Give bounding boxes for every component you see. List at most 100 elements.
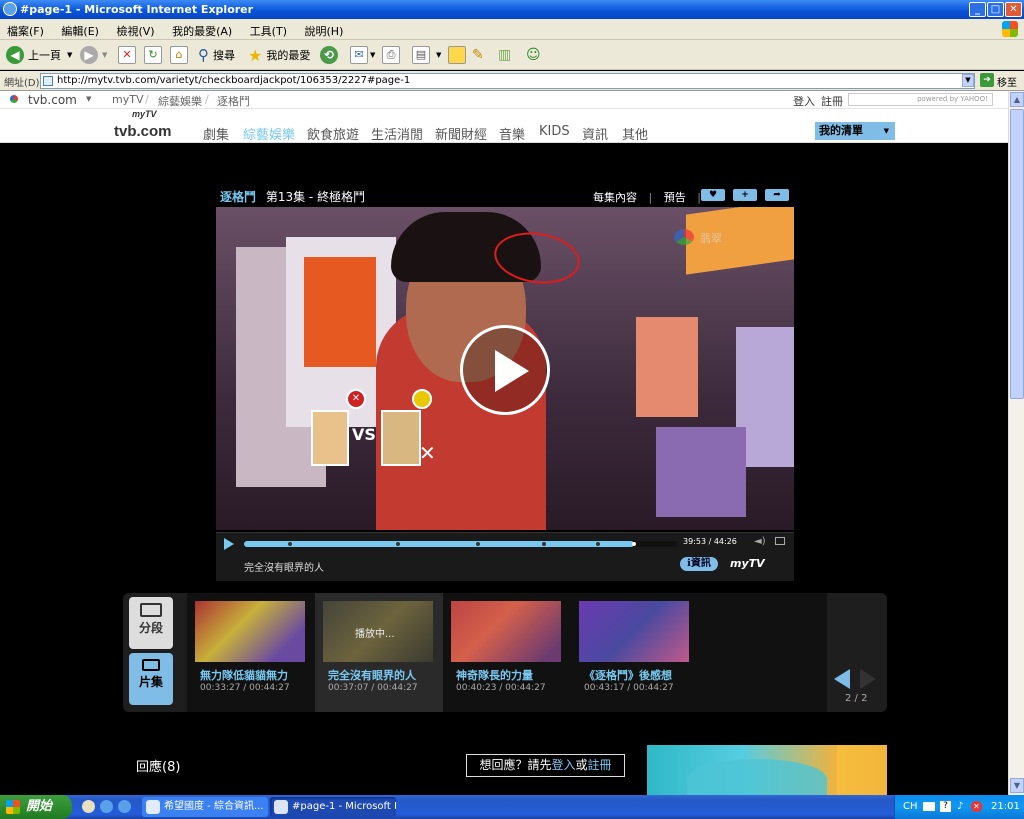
info-button[interactable]: ℹ資訊 bbox=[680, 557, 718, 571]
menu-tools[interactable]: 工具(T) bbox=[243, 19, 294, 39]
task-button-active[interactable]: #page-1 - Microsoft In... bbox=[270, 797, 396, 817]
menu-favorites[interactable]: 我的最愛(A) bbox=[165, 19, 239, 39]
quicklaunch-browser-icon[interactable] bbox=[82, 800, 95, 813]
segment-name: 完全沒有眼界的人 bbox=[328, 669, 416, 682]
video-frame[interactable]: 翡翠 VS ✕ ✕ bbox=[216, 207, 794, 530]
forward-button[interactable]: ▶ ▼ bbox=[80, 44, 107, 66]
tab-segments[interactable]: 分段 bbox=[129, 597, 173, 649]
refresh-button[interactable]: ↻ bbox=[144, 44, 162, 66]
stop-button[interactable]: ✕ bbox=[118, 44, 136, 66]
breadcrumb-variety[interactable]: 綜藝娛樂 bbox=[158, 93, 202, 109]
prev-page-icon[interactable] bbox=[834, 669, 850, 689]
quicklaunch-ie-icon[interactable] bbox=[100, 800, 113, 813]
search-input[interactable]: powered by YAHOO! bbox=[848, 93, 993, 106]
nav-news[interactable]: 新聞財經 bbox=[435, 124, 487, 143]
heart-icon[interactable]: ♥ bbox=[701, 189, 725, 201]
favorites-button[interactable]: ★ 我的最愛 bbox=[248, 44, 310, 66]
segment-item[interactable]: 《逐格鬥》後感想 00:43:17 / 00:44:27 bbox=[571, 593, 699, 712]
address-bar: 網址(D) http://mytv.tvb.com/varietyt/check… bbox=[0, 71, 1024, 91]
scroll-down-icon[interactable]: ▼ bbox=[1010, 778, 1024, 793]
next-page-icon[interactable] bbox=[860, 669, 876, 689]
share-icon[interactable]: ➦ bbox=[765, 189, 789, 201]
show-name[interactable]: 逐格鬥 bbox=[220, 190, 256, 204]
maximize-button[interactable]: □ bbox=[987, 2, 1004, 17]
breadcrumb-mytv[interactable]: myTV bbox=[112, 93, 143, 106]
alert-icon[interactable]: ✕ bbox=[971, 801, 982, 812]
nav-info[interactable]: 資訊 bbox=[582, 124, 608, 143]
comment-login-link[interactable]: 登入 bbox=[551, 758, 575, 772]
nav-music[interactable]: 音樂 bbox=[499, 124, 525, 143]
start-button[interactable]: 開始 bbox=[0, 795, 72, 819]
minimize-button[interactable]: _ bbox=[969, 2, 986, 17]
nav-kids[interactable]: KIDS bbox=[539, 124, 570, 139]
scroll-up-icon[interactable]: ▲ bbox=[1010, 92, 1024, 107]
edit-button[interactable]: ▤ ▼ bbox=[412, 44, 441, 66]
menu-view[interactable]: 檢視(V) bbox=[109, 19, 161, 39]
research-button[interactable]: ▥ bbox=[498, 44, 511, 66]
segment-item-playing[interactable]: 播放中... 完全沒有眼界的人 00:37:07 / 00:44:27 bbox=[315, 593, 443, 712]
note-button[interactable] bbox=[448, 44, 466, 66]
segment-item[interactable]: 神奇隊長的力量 00:40:23 / 00:44:27 bbox=[443, 593, 571, 712]
site-dropdown-icon[interactable]: ▼ bbox=[86, 95, 91, 103]
keyboard-icon[interactable] bbox=[923, 802, 935, 811]
comment-prompt-text: 想回應？請先 bbox=[479, 758, 552, 772]
forward-arrow-icon: ▶ bbox=[80, 46, 98, 64]
comment-register-link[interactable]: 註冊 bbox=[588, 758, 612, 772]
page-icon bbox=[43, 76, 53, 86]
breadcrumb-show[interactable]: 逐格鬥 bbox=[217, 93, 250, 109]
play-button[interactable] bbox=[224, 538, 234, 550]
scroll-thumb[interactable] bbox=[1010, 109, 1024, 399]
language-indicator[interactable]: CH bbox=[903, 795, 918, 819]
menu-file[interactable]: 檔案(F) bbox=[0, 19, 51, 39]
register-link[interactable]: 註冊 bbox=[821, 93, 843, 109]
vs-label: VS bbox=[352, 425, 376, 444]
nav-lifestyle[interactable]: 生活消閒 bbox=[371, 124, 423, 143]
go-arrow-icon[interactable]: ➜ bbox=[980, 73, 994, 87]
menu-edit[interactable]: 編輯(E) bbox=[54, 19, 106, 39]
login-link[interactable]: 登入 bbox=[793, 93, 815, 109]
back-button[interactable]: ◀ 上一頁 ▼ bbox=[6, 44, 72, 66]
site-link[interactable]: tvb.com bbox=[28, 93, 77, 107]
nav-others[interactable]: 其他 bbox=[622, 124, 648, 143]
play-overlay-button[interactable] bbox=[460, 325, 550, 415]
speaker-icon[interactable]: ♪ bbox=[957, 795, 963, 819]
print-button[interactable]: ⎙ bbox=[382, 44, 400, 66]
address-input[interactable]: http://mytv.tvb.com/varietyt/checkboardj… bbox=[40, 73, 975, 89]
help-icon[interactable]: ? bbox=[940, 801, 951, 812]
nav-variety[interactable]: 綜藝娛樂 bbox=[243, 124, 295, 143]
close-button[interactable]: ✕ bbox=[1005, 2, 1022, 17]
quicklaunch-ie2-icon[interactable] bbox=[118, 800, 131, 813]
history-button[interactable]: ⟲ bbox=[320, 44, 338, 66]
contestant-left-avatar bbox=[311, 410, 349, 466]
fullscreen-icon[interactable] bbox=[775, 537, 785, 545]
go-button[interactable]: 移至 bbox=[997, 74, 1017, 89]
segment-time: 00:37:07 / 00:44:27 bbox=[328, 683, 418, 693]
progress-track[interactable] bbox=[244, 541, 677, 547]
play-icon bbox=[495, 350, 529, 392]
vertical-scrollbar[interactable]: ▲ ▼ bbox=[1008, 91, 1024, 795]
nav-drama[interactable]: 劇集 bbox=[203, 124, 229, 143]
address-dropdown-icon[interactable]: ▼ bbox=[962, 74, 974, 87]
home-button[interactable]: ⌂ bbox=[170, 44, 188, 66]
task-button[interactable]: 希望國度 - 綜合資訊... bbox=[142, 797, 268, 817]
segment-item[interactable]: 無力隊低貓貓無力 00:33:27 / 00:44:27 bbox=[187, 593, 315, 712]
trailer-link[interactable]: 預告 bbox=[664, 191, 686, 204]
messenger-button[interactable]: ☺ bbox=[526, 44, 541, 66]
film-icon bbox=[140, 603, 162, 617]
note-icon bbox=[448, 46, 466, 64]
menu-help[interactable]: 說明(H) bbox=[298, 19, 351, 39]
episode-content-link[interactable]: 每集內容 bbox=[593, 191, 637, 204]
ad-banner[interactable] bbox=[647, 745, 887, 795]
channel-logo-icon bbox=[674, 229, 694, 245]
tab-episodes[interactable]: 片集 bbox=[129, 653, 173, 705]
nav-food-travel[interactable]: 飲食旅遊 bbox=[307, 124, 359, 143]
plus-icon[interactable]: + bbox=[733, 189, 757, 201]
mail-button[interactable]: ✉ ▼ bbox=[350, 44, 375, 66]
main-nav: myTV tvb.com 劇集 綜藝娛樂 飲食旅遊 生活消閒 新聞財經 音樂 K… bbox=[0, 109, 1008, 143]
tab-segments-label: 分段 bbox=[138, 621, 163, 635]
taskbar: 開始 希望國度 - 綜合資訊... #page-1 - Microsoft In… bbox=[0, 795, 1024, 819]
my-list-button[interactable]: 我的清單 ▼ bbox=[815, 122, 895, 140]
volume-icon[interactable]: ◄) bbox=[754, 536, 766, 547]
search-button[interactable]: ⚲ 搜尋 bbox=[198, 44, 235, 66]
pen-button[interactable]: ✎ bbox=[472, 44, 484, 66]
